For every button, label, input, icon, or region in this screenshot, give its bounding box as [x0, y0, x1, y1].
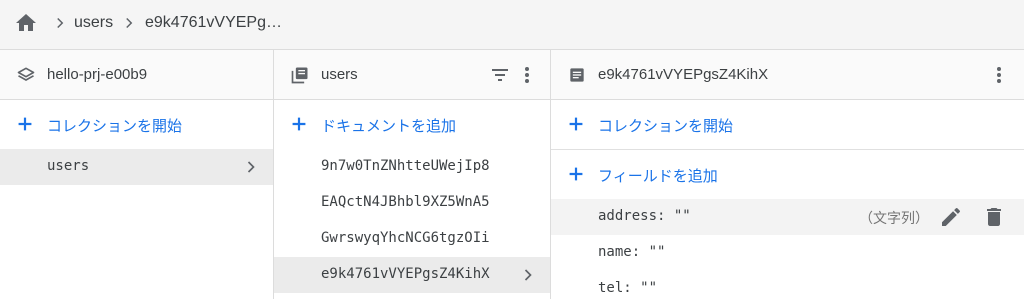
- add-document-button[interactable]: ドキュメントを追加: [274, 100, 550, 149]
- field-row-tel[interactable]: tel: "": [551, 271, 1024, 299]
- root-panel-header: hello-prj-e00b9: [0, 50, 273, 100]
- document-item-selected[interactable]: e9k4761vVYEPgsZ4KihX: [274, 257, 550, 293]
- document-item[interactable]: EAQctN4JBhbl9XZ5WnA5: [274, 185, 550, 221]
- chevron-right-icon: [247, 161, 255, 173]
- collection-panel-header: users: [274, 50, 550, 100]
- document-item[interactable]: GwrswyqYhcNCG6tgzOIi: [274, 221, 550, 257]
- document-item-label: GwrswyqYhcNCG6tgzOIi: [321, 230, 490, 246]
- plus-icon: [292, 117, 306, 131]
- collection-icon: [291, 67, 308, 84]
- breadcrumb-item-document[interactable]: e9k4761vVYEPg…: [145, 14, 282, 32]
- layers-icon: [17, 67, 35, 81]
- plus-icon: [569, 117, 583, 131]
- document-title: e9k4761vVYEPgsZ4KihX: [598, 66, 769, 83]
- document-item-label: e9k4761vVYEPgsZ4KihX: [321, 266, 490, 282]
- breadcrumb-item-users[interactable]: users: [74, 14, 113, 32]
- field-row-name[interactable]: name: "": [551, 235, 1024, 271]
- field-row-address[interactable]: address: "" （文字列）: [551, 199, 1024, 235]
- document-panel: e9k4761vVYEPgsZ4KihX コレクションを開始 フィールドを追加 …: [551, 50, 1024, 299]
- document-item[interactable]: 9n7w0TnZNhtteUWejIp8: [274, 149, 550, 185]
- plus-icon: [18, 117, 32, 131]
- filter-icon[interactable]: [488, 63, 512, 87]
- more-vert-icon[interactable]: [515, 63, 539, 87]
- chevron-right-icon: [126, 17, 133, 29]
- breadcrumb-bar: users e9k4761vVYEPg…: [0, 0, 1024, 50]
- chevron-right-icon: [524, 269, 532, 281]
- home-icon[interactable]: [14, 11, 38, 35]
- chevron-right-icon: [57, 17, 64, 29]
- add-document-label: ドキュメントを追加: [321, 118, 457, 135]
- collection-panel: users ドキュメントを追加 9n7w0TnZNhtteUWejIp8 EAQ…: [274, 50, 551, 299]
- collection-title: users: [321, 66, 358, 83]
- add-field-label: フィールドを追加: [598, 168, 718, 185]
- field-name: name: "": [598, 244, 666, 260]
- more-vert-icon[interactable]: [987, 63, 1011, 87]
- start-collection-button[interactable]: コレクションを開始: [0, 100, 273, 149]
- start-subcollection-button[interactable]: コレクションを開始: [551, 100, 1024, 149]
- document-panel-header: e9k4761vVYEPgsZ4KihX: [551, 50, 1024, 100]
- document-item-label: 9n7w0TnZNhtteUWejIp8: [321, 158, 490, 174]
- collection-item-label: users: [47, 158, 90, 174]
- field-type-label: （文字列）: [859, 210, 929, 226]
- start-collection-label: コレクションを開始: [47, 118, 183, 135]
- document-icon: [570, 68, 584, 82]
- edit-icon[interactable]: [939, 205, 963, 229]
- plus-icon: [569, 167, 583, 181]
- field-address: address: "": [598, 208, 691, 224]
- document-item-label: EAQctN4JBhbl9XZ5WnA5: [321, 194, 490, 210]
- collection-item-users[interactable]: users: [0, 149, 273, 185]
- field-tel: tel: "": [598, 280, 658, 296]
- root-panel: hello-prj-e00b9 コレクションを開始 users: [0, 50, 274, 299]
- add-field-button[interactable]: フィールドを追加: [551, 150, 1024, 199]
- start-subcollection-label: コレクションを開始: [598, 118, 734, 135]
- delete-icon[interactable]: [982, 205, 1006, 229]
- project-title: hello-prj-e00b9: [47, 66, 148, 83]
